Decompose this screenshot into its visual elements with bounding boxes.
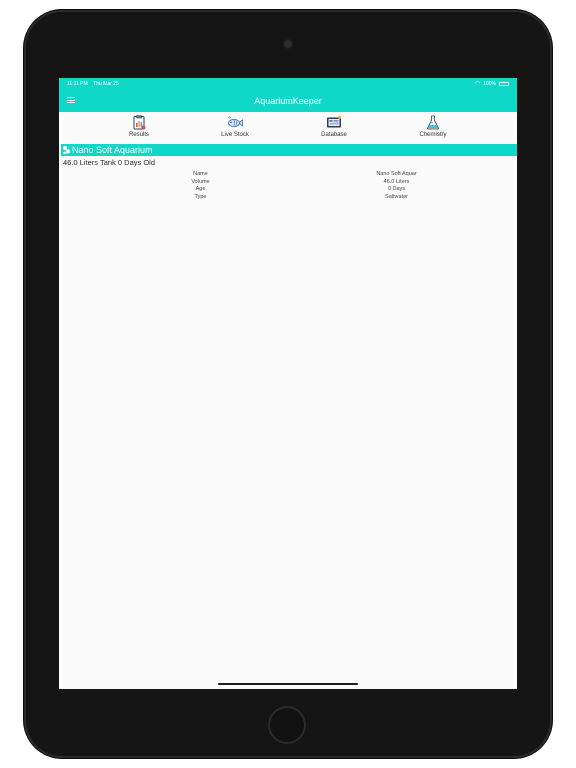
detail-row-name: Name Nano Soft Aquar [59,171,517,179]
tank-header-bar[interactable]: Nano Soft Aquarium [61,144,517,156]
toolbar-chemistry-button[interactable]: Chemistry [403,115,463,141]
detail-value: Nano Soft Aquar [376,171,417,177]
battery-percent: 100% [483,81,496,87]
main-toolbar: Results Live Stock Database Chemistry [59,115,517,141]
tank-name: Nano Soft Aquarium [72,145,153,155]
toolbar-live-stock-button[interactable]: Live Stock [205,115,265,141]
detail-row-age: Age 0 Days [59,186,517,194]
aquarium-logo-icon [62,145,71,155]
detail-value: Saltwater [385,193,408,200]
toolbar-database-button[interactable]: Database [304,115,364,141]
status-date: Thu Mar 25 [93,81,119,87]
tank-summary: 46.0 Liters Tank 0 Days Old [63,158,155,167]
clipboard-chart-icon [133,115,146,130]
detail-label: Volume [191,178,210,185]
app-title: AquariumKeeper [254,96,322,106]
detail-value: 46.0 Liters [383,178,410,185]
home-indicator[interactable] [218,683,358,685]
toolbar-chemistry-label: Chemistry [419,132,447,138]
toolbar-results-label: Results [128,132,149,138]
status-time: 11:11 PM [67,81,88,87]
detail-row-volume: Volume 46.0 Liters [59,179,517,187]
home-button[interactable] [270,708,304,742]
flask-icon [427,115,439,130]
front-camera [284,40,292,48]
detail-label: Type [194,193,207,200]
toolbar-database-label: Database [321,132,347,138]
detail-label: Age [195,186,206,193]
detail-row-type: Type Saltwater [59,194,517,202]
battery-icon [499,82,509,86]
fish-icon [228,116,243,127]
toolbar-results-button[interactable]: Results [109,115,169,141]
detail-label: Name [193,171,208,177]
wifi-icon: ◠ [474,81,481,87]
status-time-date: 11:11 PM Thu Mar 25 [67,78,119,90]
detail-value: 0 Days [387,186,406,193]
toolbar-live-stock-label: Live Stock [221,132,249,138]
app-screen: 11:11 PM Thu Mar 25 ◠ 100% AquariumKeepe… [59,78,517,689]
status-bar: 11:11 PM Thu Mar 25 ◠ 100% [59,78,517,90]
status-indicators: ◠ 100% [475,78,509,90]
tank-details-table: Name Nano Soft Aquar Volume 46.0 Liters … [59,171,517,201]
database-screen-icon [327,115,342,128]
navigation-bar: AquariumKeeper [59,90,517,112]
